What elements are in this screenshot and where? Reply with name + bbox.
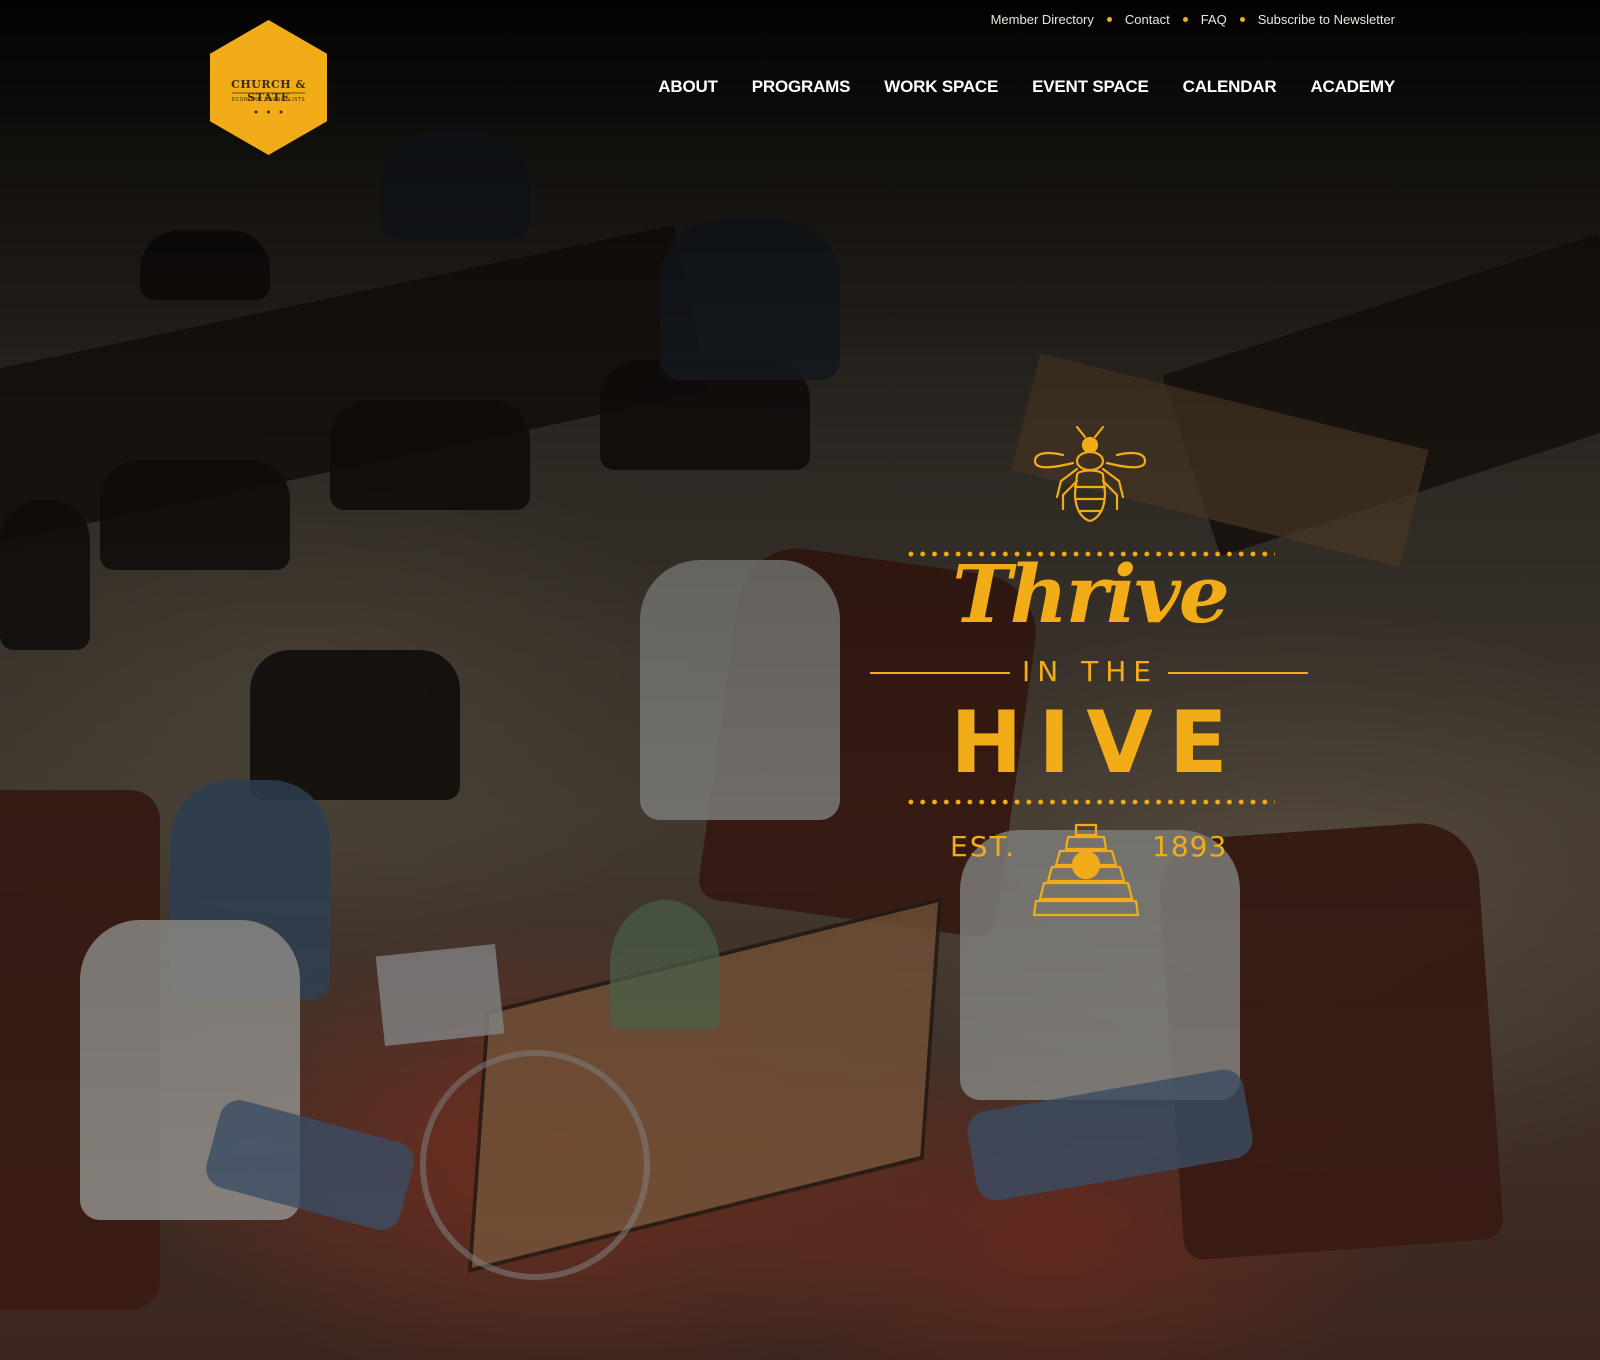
main-nav: ABOUT PROGRAMS WORK SPACE EVENT SPACE CA… bbox=[624, 77, 1395, 97]
est-label: EST. bbox=[950, 830, 1017, 863]
nav-item-work-space[interactable]: WORK SPACE bbox=[884, 77, 998, 97]
nav-item-about[interactable]: ABOUT bbox=[658, 77, 718, 97]
logo-tagline: ECONOMIC EVANGELISTS bbox=[231, 97, 306, 103]
bee-icon bbox=[1033, 425, 1147, 523]
utility-link-subscribe-newsletter[interactable]: Subscribe to Newsletter bbox=[1258, 12, 1395, 27]
hero-dark-overlay bbox=[0, 0, 1600, 1360]
headline-hive: HIVE bbox=[950, 693, 1244, 793]
nav-item-academy[interactable]: ACADEMY bbox=[1310, 77, 1395, 97]
dotted-divider bbox=[905, 799, 1275, 805]
nav-item-event-space[interactable]: EVENT SPACE bbox=[1032, 77, 1149, 97]
headline-thrive: Thrive bbox=[952, 547, 1230, 641]
separator-dot bbox=[1106, 17, 1112, 22]
divider-line bbox=[1168, 672, 1308, 674]
separator-dot bbox=[1182, 17, 1188, 22]
utility-nav: Member Directory Contact FAQ Subscribe t… bbox=[991, 12, 1395, 27]
est-year: 1893 bbox=[1152, 830, 1228, 863]
nav-item-calendar[interactable]: CALENDAR bbox=[1183, 77, 1277, 97]
hero-emblem: Thrive IN THE HIVE EST. 1893 bbox=[870, 425, 1308, 945]
utility-link-contact[interactable]: Contact bbox=[1125, 12, 1170, 27]
site-logo[interactable]: CHURCH & STATE ECONOMIC EVANGELISTS bbox=[210, 20, 327, 155]
utility-link-member-directory[interactable]: Member Directory bbox=[991, 12, 1094, 27]
beehive-skep-icon bbox=[1032, 823, 1140, 917]
nav-item-programs[interactable]: PROGRAMS bbox=[752, 77, 851, 97]
utility-link-faq[interactable]: FAQ bbox=[1201, 12, 1227, 27]
separator-dot bbox=[1239, 17, 1245, 22]
